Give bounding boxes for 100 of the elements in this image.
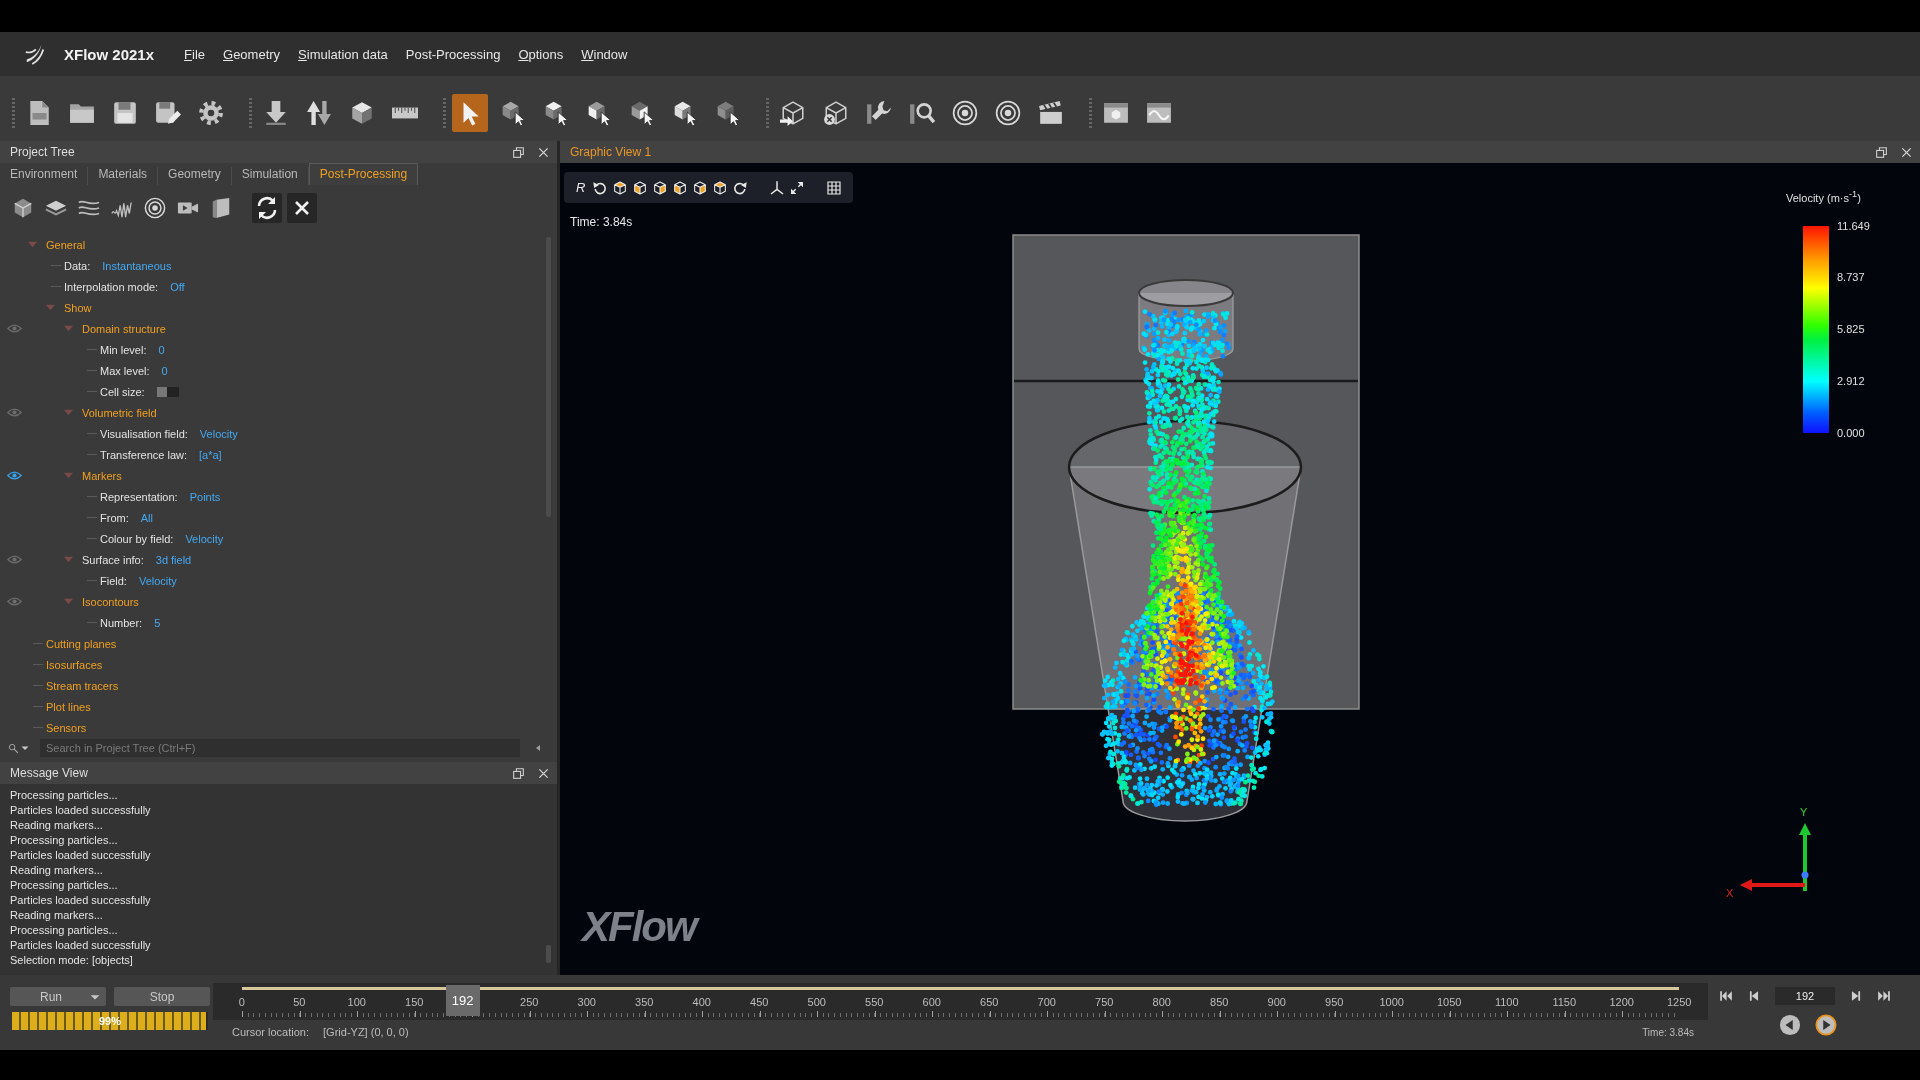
cube-icon[interactable]: [349, 100, 375, 126]
eye-icon[interactable]: [6, 471, 22, 480]
property-value[interactable]: Velocity: [138, 574, 177, 587]
tree-group-label[interactable]: Show: [64, 301, 92, 314]
floppy-pencil-icon[interactable]: [155, 100, 181, 126]
property-value[interactable]: Points: [189, 490, 221, 503]
settings-icon[interactable]: [198, 100, 224, 126]
caret-icon[interactable]: [21, 744, 29, 752]
property-value[interactable]: 3d field: [155, 553, 192, 566]
property-value[interactable]: 0: [158, 343, 165, 356]
tick-label: 250: [520, 995, 539, 1009]
frame-field[interactable]: 192: [1775, 987, 1835, 1005]
target-icon[interactable]: [144, 197, 166, 219]
tab[interactable]: Post-Processing: [308, 163, 419, 185]
tick-label: 300: [577, 995, 596, 1009]
reset-view-button[interactable]: R: [576, 180, 588, 195]
play-icon[interactable]: [1815, 1014, 1837, 1036]
property-value[interactable]: 0: [161, 364, 168, 377]
refresh-icon[interactable]: [252, 193, 282, 223]
message-line: Processing particles...: [10, 788, 118, 803]
menu-item[interactable]: Post-Processing: [405, 46, 501, 62]
download-arrow-icon[interactable]: [263, 100, 289, 126]
tree-group-label[interactable]: Domain structure: [82, 322, 166, 335]
wrench-icon[interactable]: [866, 100, 892, 126]
tree-group-label[interactable]: Isocontours: [82, 595, 139, 608]
tree-group-label[interactable]: Plot lines: [46, 700, 91, 713]
property-value[interactable]: All: [140, 511, 153, 524]
target-icon[interactable]: [995, 100, 1021, 126]
cube-view-icon[interactable]: [692, 179, 708, 196]
magnifier-icon[interactable]: [909, 100, 935, 126]
property-label: Data:: [64, 259, 91, 272]
step-forward-icon[interactable]: [1849, 989, 1863, 1003]
cube-pointer-icon: [586, 100, 612, 126]
close-icon[interactable]: [538, 146, 549, 158]
cube-view-icon[interactable]: [672, 179, 688, 196]
tree-group-label[interactable]: Markers: [82, 469, 122, 482]
cube-view-icon[interactable]: [632, 179, 648, 196]
target-icon[interactable]: [952, 100, 978, 126]
search-icon[interactable]: [8, 742, 19, 754]
tree-group-label[interactable]: Cutting planes: [46, 637, 117, 650]
save-icon[interactable]: [112, 100, 138, 126]
close-icon[interactable]: [287, 193, 317, 223]
restore-icon[interactable]: [513, 767, 524, 779]
stop-button[interactable]: Stop: [114, 987, 210, 1006]
menu-item[interactable]: Options: [518, 46, 564, 62]
cube-view-icon[interactable]: [612, 179, 628, 196]
cube-icon[interactable]: [12, 197, 34, 219]
grid-icon[interactable]: [826, 179, 842, 196]
pointer-tool-button[interactable]: [452, 94, 488, 132]
tree-group-label[interactable]: General: [46, 238, 86, 251]
property-value[interactable]: Velocity: [185, 532, 224, 545]
message-line: Particles loaded successfully: [10, 848, 151, 863]
menu-item[interactable]: Simulation data: [298, 46, 388, 62]
window-cube-icon[interactable]: [1103, 100, 1129, 126]
menu-item[interactable]: Window: [581, 46, 628, 62]
tree-group-label[interactable]: Stream tracers: [46, 679, 119, 692]
close-icon[interactable]: [538, 767, 549, 779]
tab[interactable]: Environment: [0, 167, 89, 185]
tree-group-label[interactable]: Volumetric field: [82, 406, 157, 419]
restore-icon[interactable]: [1876, 146, 1887, 158]
timeline-thumb[interactable]: 192: [445, 985, 480, 1016]
property-value[interactable]: Off: [170, 280, 185, 293]
up-down-arrows-icon[interactable]: [306, 100, 332, 126]
cube-pointer-icon: [543, 100, 569, 126]
cube-view-icon[interactable]: [712, 179, 728, 196]
previous-circle-icon[interactable]: [1779, 1014, 1801, 1036]
tab[interactable]: Geometry: [158, 167, 232, 185]
cube-arrow-icon[interactable]: [780, 100, 806, 126]
skip-to-end-icon[interactable]: [1877, 989, 1891, 1003]
expand-arrows-icon[interactable]: [789, 179, 805, 196]
step-back-icon[interactable]: [1747, 989, 1761, 1003]
property-value[interactable]: 5: [154, 616, 161, 629]
rotate-left-icon[interactable]: [592, 179, 608, 196]
toggle-switch[interactable]: [156, 386, 179, 397]
property-value[interactable]: Instantaneous: [102, 259, 172, 272]
cube-delete-icon[interactable]: [823, 100, 849, 126]
restore-icon[interactable]: [513, 146, 524, 158]
3d-viewport[interactable]: R Time: 3.84s Velocity (m·s$^{-1}$) 11.649 8.737 5.825 2.912 0.000 Y X XFlow: [560, 163, 1920, 975]
tab[interactable]: Simulation: [231, 167, 309, 185]
search-field[interactable]: Search in Project Tree (Ctrl+F): [40, 739, 520, 757]
timeline-slider[interactable]: 0 50 100 150 192 250 300 350 400 450 500 550 600 650 700 750 800 850 900 950 1000 1050 1100 1150 1200 1250: [213, 983, 1708, 1020]
rotate-right-icon[interactable]: [732, 179, 748, 196]
slab-icon[interactable]: [210, 197, 232, 219]
tab[interactable]: Materials: [88, 167, 159, 185]
collapse-arrow-icon[interactable]: [534, 744, 542, 752]
tree-group-label[interactable]: Sensors: [46, 721, 87, 734]
window-wave-icon[interactable]: [1146, 100, 1172, 126]
tree-group-label[interactable]: Isosurfaces: [46, 658, 103, 671]
run-button[interactable]: Run: [10, 987, 106, 1006]
axes-icon[interactable]: [769, 179, 785, 196]
close-icon[interactable]: [1901, 146, 1912, 158]
tick-label: 1000: [1379, 995, 1404, 1009]
clapperboard-icon[interactable]: [1038, 100, 1064, 126]
property-value[interactable]: Velocity: [199, 427, 238, 440]
scrollbar-thumb[interactable]: [546, 945, 551, 963]
menu-item[interactable]: Geometry: [223, 46, 281, 62]
cube-view-icon[interactable]: [652, 179, 668, 196]
property-value[interactable]: [a*a]: [199, 448, 222, 461]
menu-item[interactable]: File: [184, 46, 205, 62]
skip-to-start-icon[interactable]: [1719, 989, 1733, 1003]
